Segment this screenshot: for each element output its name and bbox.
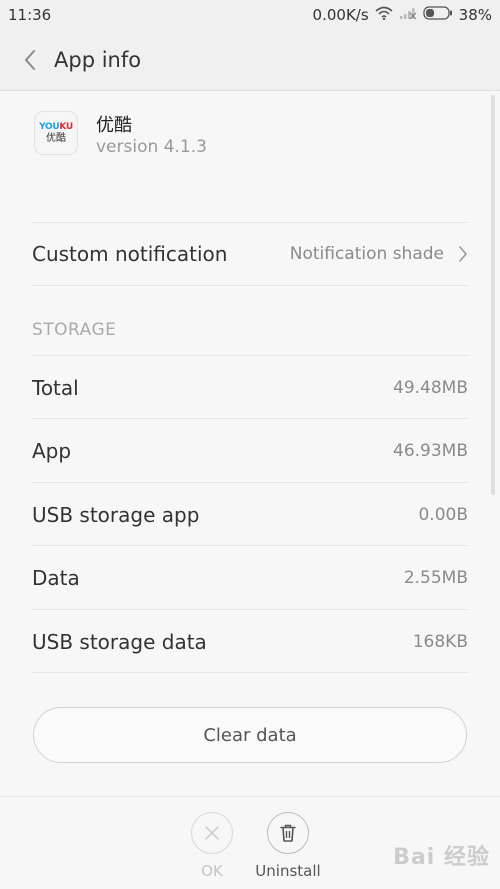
ok-button[interactable]: OK — [172, 812, 252, 880]
watermark: Bai 经验 — [393, 845, 490, 870]
custom-notification-right: Notification shade — [290, 244, 468, 264]
battery-percent: 38% — [458, 6, 492, 24]
storage-row-total: Total 49.48MB — [32, 356, 468, 419]
storage-row-label: App — [32, 438, 72, 463]
trash-icon — [280, 824, 296, 842]
clear-data-button[interactable]: Clear data — [33, 707, 467, 763]
uninstall-label: Uninstall — [255, 862, 321, 880]
uninstall-button[interactable]: Uninstall — [248, 812, 328, 880]
storage-row-value: 168KB — [412, 631, 468, 652]
custom-notification-row[interactable]: Custom notification Notification shade — [32, 223, 468, 285]
network-speed: 0.00K/s — [312, 6, 369, 24]
divider — [32, 672, 468, 673]
storage-section-header: STORAGE — [32, 320, 117, 340]
app-header: YOUKU 优酷 优酷 version 4.1.3 — [0, 91, 500, 221]
app-icon: YOUKU 优酷 — [34, 111, 78, 155]
storage-row-label: Data — [32, 565, 80, 590]
storage-row-value: 46.93MB — [393, 440, 468, 461]
uninstall-button-circle — [267, 812, 309, 854]
app-version: version 4.1.3 — [96, 137, 207, 157]
signal-icon — [399, 6, 417, 24]
storage-row-data: Data 2.55MB — [32, 546, 468, 609]
storage-row-label: Total — [32, 375, 79, 400]
app-icon-brand: YOUKU — [39, 121, 73, 132]
storage-row-app: App 46.93MB — [32, 419, 468, 482]
chevron-right-icon — [459, 246, 467, 262]
storage-row-label: USB storage app — [32, 502, 200, 527]
wifi-icon — [375, 6, 393, 24]
divider — [32, 285, 468, 286]
chevron-left-icon — [25, 50, 35, 70]
status-time: 11:36 — [8, 6, 52, 24]
app-name: 优酷 — [96, 115, 132, 136]
battery-icon — [423, 6, 453, 24]
ok-button-circle — [191, 812, 233, 854]
storage-row-value: 2.55MB — [403, 567, 468, 588]
storage-row-usb-app: USB storage app 0.00B — [32, 483, 468, 546]
status-indicators: 0.00K/s 38% — [313, 6, 500, 24]
storage-row-value: 49.48MB — [393, 377, 468, 398]
custom-notification-label: Custom notification — [32, 242, 228, 266]
page-title: App info — [54, 48, 142, 72]
back-button[interactable] — [16, 40, 44, 80]
title-bar: App info — [0, 30, 500, 91]
storage-row-usb-data: USB storage data 168KB — [32, 610, 468, 673]
storage-row-label: USB storage data — [32, 629, 207, 654]
storage-row-value: 0.00B — [418, 504, 468, 525]
app-icon-brand-cn: 优酷 — [46, 132, 66, 144]
ok-label: OK — [201, 862, 223, 880]
custom-notification-value: Notification shade — [289, 244, 444, 264]
close-icon — [205, 826, 219, 840]
status-bar: 11:36 0.00K/s 38% — [0, 0, 500, 30]
